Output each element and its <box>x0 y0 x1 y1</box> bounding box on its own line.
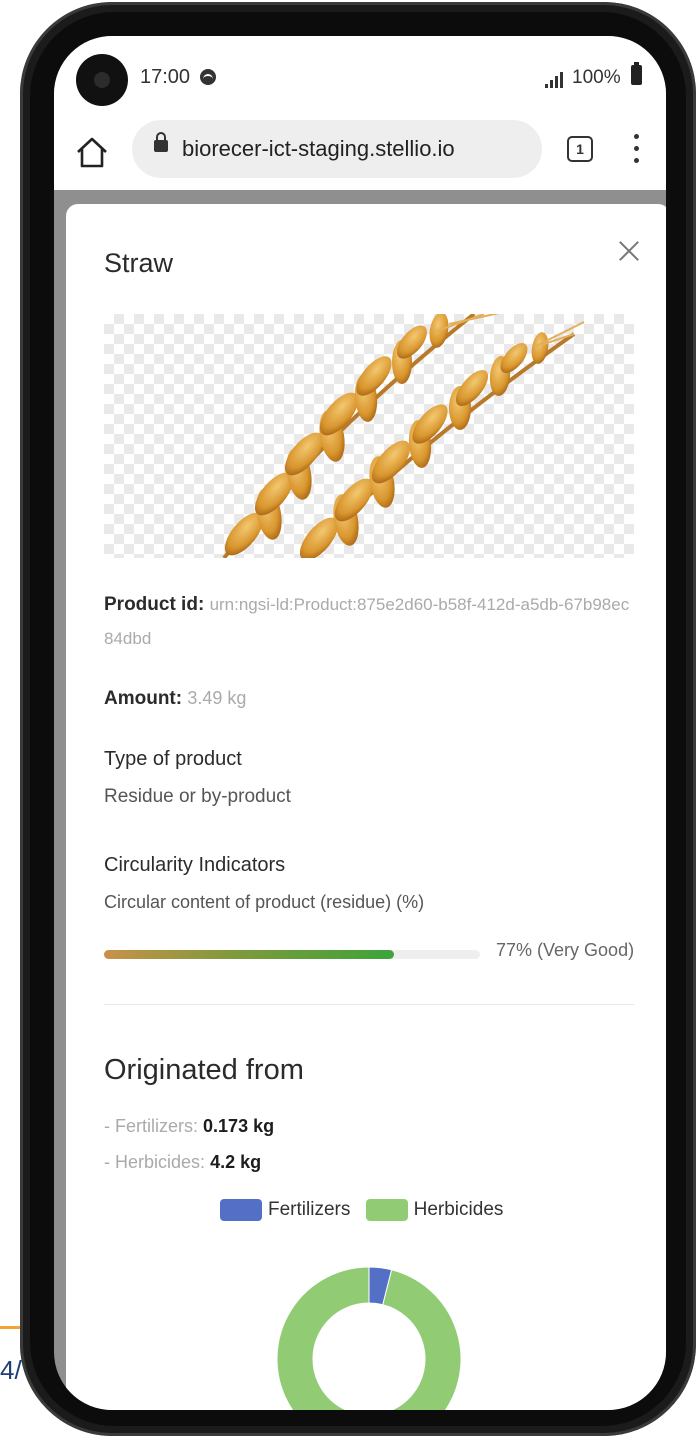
origin-item: - Herbicides: 4.2 kg <box>104 1152 261 1173</box>
slide-page-number: 4/ <box>0 1355 22 1385</box>
wheat-illustration <box>222 314 585 558</box>
phone-frame: 17:00 100% biorecer-ict-staging.stellio.… <box>20 2 696 1436</box>
battery-percentage: 100% <box>572 67 621 88</box>
legend-swatch <box>365 1199 408 1221</box>
address-bar[interactable]: biorecer-ict-staging.stellio.io <box>132 120 542 178</box>
front-camera <box>76 54 128 106</box>
legend-swatch <box>220 1199 262 1221</box>
chart-legend: Fertilizers Herbicides <box>220 1199 513 1223</box>
section-divider <box>104 1004 634 1005</box>
battery-icon <box>631 62 642 85</box>
type-value: Residue or by-product <box>104 786 291 807</box>
url-text: biorecer-ict-staging.stellio.io <box>182 136 455 161</box>
lock-icon <box>154 132 168 152</box>
amount-value: 3.49 kg <box>187 688 247 708</box>
product-id-row: Product id: urn:ngsi-ld:Product:875e2d60… <box>104 588 634 656</box>
signal-icon <box>545 72 567 88</box>
donut-slice-herbicides[interactable] <box>276 1266 462 1410</box>
legend-entry-herbicides[interactable]: Herbicides <box>365 1199 504 1221</box>
close-icon[interactable] <box>616 238 642 264</box>
spotify-icon <box>200 69 216 85</box>
status-bar: 17:00 100% <box>54 36 666 116</box>
amount-label: Amount: <box>104 688 183 709</box>
browser-toolbar: biorecer-ict-staging.stellio.io 1 <box>54 116 666 190</box>
phone-screen: 17:00 100% biorecer-ict-staging.stellio.… <box>54 36 666 1410</box>
legend-entry-fertilizers[interactable]: Fertilizers <box>220 1199 350 1221</box>
origin-section-title: Originated from <box>104 1054 304 1086</box>
amount-row: Amount: 3.49 kg <box>104 688 246 710</box>
type-label: Type of product <box>104 748 242 770</box>
home-icon[interactable] <box>74 134 110 170</box>
origin-item: - Fertilizers: 0.173 kg <box>104 1116 274 1137</box>
legend-label: Herbicides <box>413 1199 504 1220</box>
legend-label: Fertilizers <box>268 1199 351 1220</box>
modal-title: Straw <box>104 248 174 278</box>
origin-prefix: - <box>104 1152 115 1172</box>
product-modal: Straw Product id: urn:ngsi-ld:Product:87… <box>66 204 666 1410</box>
origin-value: 0.173 kg <box>203 1116 275 1136</box>
circularity-progress-bar <box>104 950 480 959</box>
origin-prefix: - <box>104 1116 115 1136</box>
origin-donut-chart <box>276 1266 462 1410</box>
more-options-icon[interactable] <box>634 134 640 164</box>
tab-switcher-button[interactable]: 1 <box>567 136 593 162</box>
origin-label: Fertilizers: <box>115 1116 199 1136</box>
product-image <box>104 314 634 558</box>
circularity-subtitle: Circular content of product (residue) (%… <box>104 892 425 912</box>
circularity-progress-text: 77% (Very Good) <box>496 940 635 960</box>
status-time: 17:00 <box>140 66 191 88</box>
origin-value: 4.2 kg <box>210 1152 262 1172</box>
circularity-label: Circularity Indicators <box>104 854 286 876</box>
origin-label: Herbicides: <box>115 1152 206 1172</box>
product-id-label: Product id: <box>104 594 205 615</box>
circularity-progress-fill <box>104 950 394 959</box>
